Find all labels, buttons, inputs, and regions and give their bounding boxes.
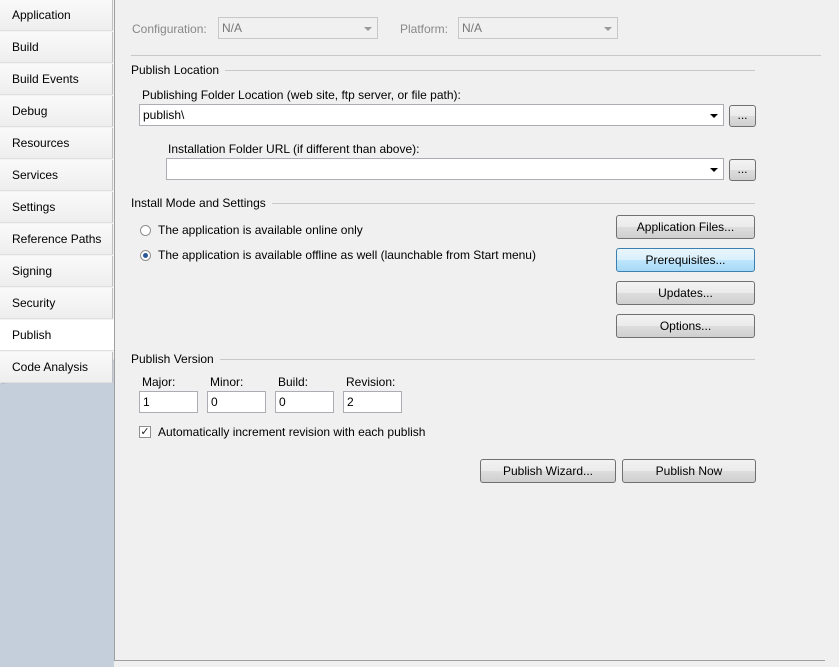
- revision-input[interactable]: 2: [343, 391, 402, 413]
- config-divider: [131, 55, 821, 56]
- chevron-down-icon: [710, 114, 718, 118]
- configuration-select[interactable]: N/A: [218, 17, 378, 39]
- publishing-folder-input[interactable]: publish\: [139, 104, 724, 126]
- sidebar-tab-reference-paths[interactable]: Reference Paths: [0, 224, 113, 255]
- online-only-label[interactable]: The application is available online only: [158, 223, 363, 237]
- sidebar-tab-publish[interactable]: Publish: [0, 320, 114, 351]
- sidebar-tab-build[interactable]: Build: [0, 32, 113, 63]
- platform-value: N/A: [462, 21, 483, 35]
- publish-now-button[interactable]: Publish Now: [622, 459, 756, 483]
- sidebar: Application Build Build Events Debug Resourc…: [0, 0, 114, 667]
- sidebar-tab-application[interactable]: Application: [0, 0, 113, 31]
- checkmark-icon: ✓: [140, 426, 150, 438]
- offline-radio[interactable]: [140, 250, 151, 261]
- major-input[interactable]: 1: [139, 391, 198, 413]
- platform-select[interactable]: N/A: [458, 17, 618, 39]
- minor-input[interactable]: 0: [207, 391, 266, 413]
- offline-label[interactable]: The application is available offline as …: [158, 248, 536, 262]
- sidebar-tab-code-analysis[interactable]: Code Analysis: [0, 352, 113, 383]
- sidebar-tab-debug[interactable]: Debug: [0, 96, 113, 127]
- minor-label: Minor:: [210, 375, 244, 389]
- configuration-label: Configuration:: [132, 22, 207, 36]
- chevron-down-icon: [710, 168, 718, 172]
- sidebar-tab-build-events[interactable]: Build Events: [0, 64, 113, 95]
- sidebar-tab-settings[interactable]: Settings: [0, 192, 113, 223]
- sidebar-tab-resources[interactable]: Resources: [0, 128, 113, 159]
- revision-label: Revision:: [346, 375, 396, 389]
- build-input[interactable]: 0: [275, 391, 334, 413]
- installation-folder-label: Installation Folder URL (if different th…: [168, 142, 420, 156]
- publishing-folder-browse-button[interactable]: ...: [729, 105, 756, 127]
- publishing-folder-label: Publishing Folder Location (web site, ft…: [142, 88, 461, 102]
- install-mode-title: Install Mode and Settings: [131, 196, 272, 210]
- application-files-button[interactable]: Application Files...: [616, 215, 755, 239]
- auto-increment-checkbox[interactable]: ✓: [139, 426, 151, 438]
- build-label: Build:: [278, 375, 309, 389]
- online-only-radio[interactable]: [140, 225, 151, 236]
- publish-wizard-button[interactable]: Publish Wizard...: [480, 459, 616, 483]
- chevron-down-icon: [364, 27, 372, 31]
- major-label: Major:: [142, 375, 176, 389]
- sidebar-tab-security[interactable]: Security: [0, 288, 113, 319]
- platform-label: Platform:: [400, 22, 449, 36]
- publish-page: Configuration: N/A Platform: N/A Publish…: [114, 0, 825, 661]
- publish-location-title: Publish Location: [131, 63, 226, 77]
- configuration-value: N/A: [222, 21, 243, 35]
- installation-folder-browse-button[interactable]: ...: [729, 159, 756, 181]
- sidebar-tab-services[interactable]: Services: [0, 160, 113, 191]
- prerequisites-button[interactable]: Prerequisites...: [616, 248, 755, 272]
- publish-version-divider: [131, 359, 755, 360]
- publishing-folder-value: publish\: [143, 108, 185, 122]
- installation-folder-input[interactable]: [166, 158, 724, 180]
- publish-version-title: Publish Version: [131, 352, 220, 366]
- options-button[interactable]: Options...: [616, 314, 755, 338]
- chevron-down-icon: [604, 27, 612, 31]
- updates-button[interactable]: Updates...: [616, 281, 755, 305]
- auto-increment-label[interactable]: Automatically increment revision with ea…: [158, 425, 425, 439]
- sidebar-tab-signing[interactable]: Signing: [0, 256, 113, 287]
